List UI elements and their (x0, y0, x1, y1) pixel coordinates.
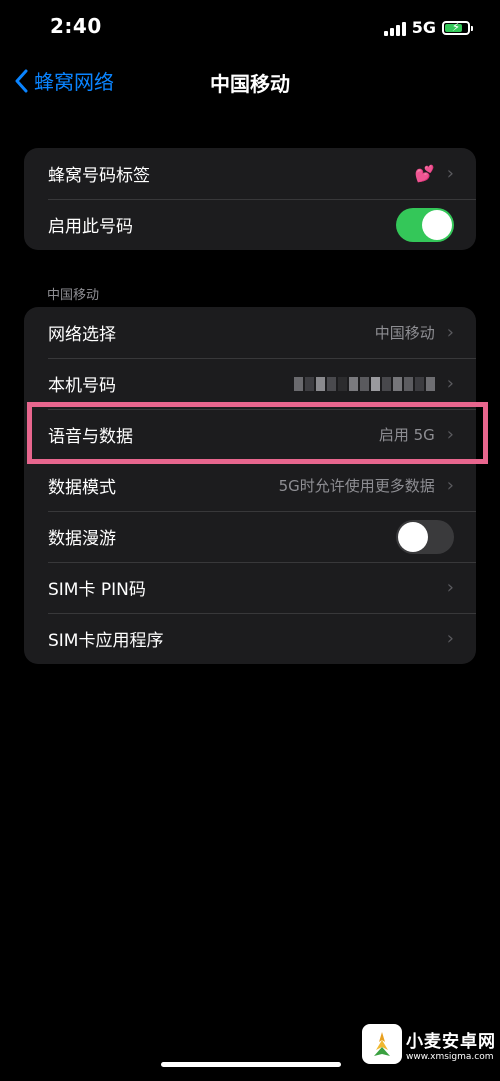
row-label: 数据模式 (48, 478, 116, 498)
row-label: 启用此号码 (48, 217, 133, 237)
toggle-knob (422, 209, 452, 240)
row-value: 中国移动 (374, 324, 435, 342)
watermark-title: 小麦安卓网 (406, 1031, 496, 1052)
enable-line-toggle[interactable] (396, 207, 454, 242)
masked-phone-number (293, 376, 435, 391)
highlight-box (27, 402, 488, 464)
enable-line-row: 启用此号码 (24, 199, 476, 250)
data-roaming-toggle[interactable] (396, 519, 454, 554)
chevron-right-icon: › (446, 372, 454, 394)
data-mode-row[interactable]: 数据模式 5G时允许使用更多数据 › (24, 460, 476, 511)
toggle-knob (398, 521, 428, 552)
watermark-url: www.xmsigma.com (406, 1051, 494, 1062)
chevron-right-icon: › (446, 162, 454, 184)
network-selection-row[interactable]: 网络选择 中国移动 › (24, 307, 476, 358)
row-label: 蜂窝号码标签 (48, 166, 150, 186)
chevron-right-icon: › (446, 627, 454, 649)
watermark: 小麦安卓网 www.xmsigma.com (362, 1024, 496, 1064)
two-hearts-icon: 💕 (414, 164, 435, 183)
chevron-right-icon: › (446, 474, 454, 496)
row-label: SIM卡应用程序 (48, 631, 164, 651)
status-bar: 2:40 5G ⚡ (0, 0, 500, 56)
battery-icon: ⚡ (442, 19, 473, 35)
row-label: 本机号码 (48, 376, 116, 396)
charging-bolt-icon: ⚡ (451, 19, 461, 34)
row-label: SIM卡 PIN码 (48, 580, 146, 600)
chevron-right-icon: › (446, 576, 454, 598)
settings-group-carrier: 网络选择 中国移动 › 本机号码 › 语音与数据 启用 5G › 数据模式 5G… (24, 307, 476, 664)
navigation-bar: 蜂窝网络 中国移动 (0, 56, 500, 106)
row-label: 网络选择 (48, 325, 116, 345)
cellular-plan-label-row[interactable]: 蜂窝号码标签 💕 › (24, 148, 476, 199)
chevron-right-icon: › (446, 321, 454, 343)
page-title: 中国移动 (210, 72, 290, 96)
status-time: 2:40 (50, 14, 102, 38)
row-label: 数据漫游 (48, 529, 116, 549)
sim-applications-row[interactable]: SIM卡应用程序 › (24, 613, 476, 664)
settings-group-top: 蜂窝号码标签 💕 › 启用此号码 (24, 148, 476, 250)
sim-pin-row[interactable]: SIM卡 PIN码 › (24, 562, 476, 613)
row-value: 5G时允许使用更多数据 (278, 477, 435, 495)
network-type: 5G (411, 18, 436, 37)
section-header: 中国移动 (47, 288, 100, 303)
data-roaming-row: 数据漫游 (24, 511, 476, 562)
watermark-logo-icon (362, 1024, 402, 1064)
home-indicator (161, 1062, 341, 1067)
cellular-signal-icon (383, 20, 406, 36)
status-indicators: 5G ⚡ (383, 18, 473, 37)
